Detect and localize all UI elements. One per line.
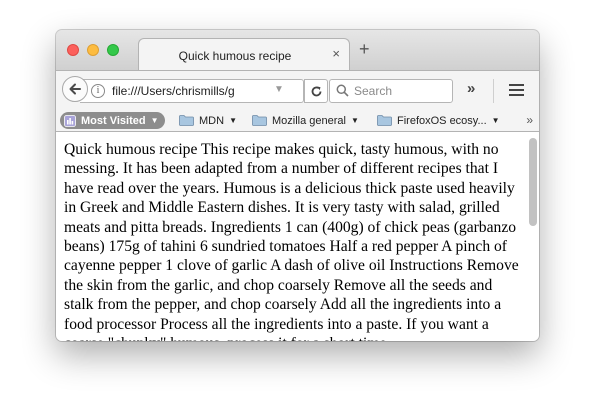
new-tab-button[interactable]: + xyxy=(359,40,370,58)
url-bar[interactable]: i file:///Users/chrismills/g ▼ xyxy=(80,79,304,103)
search-bar[interactable] xyxy=(329,79,453,103)
bookmark-label: MDN xyxy=(199,114,225,127)
url-dropdown-icon[interactable]: ▼ xyxy=(274,84,284,95)
tab-title: Quick humous recipe xyxy=(178,49,292,63)
most-visited-icon xyxy=(64,114,76,127)
tab-close-icon[interactable]: × xyxy=(332,47,340,61)
reload-button[interactable] xyxy=(304,79,328,103)
page-body-text: Quick humous recipe This recipe makes qu… xyxy=(64,141,519,341)
reload-icon xyxy=(311,86,321,96)
hamburger-menu-icon[interactable] xyxy=(509,84,524,99)
info-icon[interactable]: i xyxy=(91,84,105,98)
folder-icon xyxy=(252,115,267,126)
vertical-scrollbar[interactable] xyxy=(529,138,537,226)
back-button[interactable] xyxy=(62,76,88,102)
chevron-down-icon: ▼ xyxy=(229,116,237,125)
bookmark-folder-mdn[interactable]: MDN ▼ xyxy=(179,112,237,129)
page-content: Quick humous recipe This recipe makes qu… xyxy=(56,132,539,341)
tab-strip: Quick humous recipe × + xyxy=(56,30,539,71)
back-arrow-icon xyxy=(69,83,81,95)
browser-window: Quick humous recipe × + i file:///Users/… xyxy=(56,30,539,341)
bookmarks-overflow-button[interactable]: » xyxy=(526,113,533,127)
window-close-button[interactable] xyxy=(67,44,79,56)
folder-icon xyxy=(179,115,194,126)
url-text[interactable]: file:///Users/chrismills/g xyxy=(112,84,262,98)
bookmark-folder-mozilla-general[interactable]: Mozilla general ▼ xyxy=(252,112,359,129)
chevron-down-icon: ▼ xyxy=(150,116,159,125)
bookmark-most-visited[interactable]: Most Visited ▼ xyxy=(60,112,165,129)
window-maximize-button[interactable] xyxy=(107,44,119,56)
search-input[interactable] xyxy=(354,83,446,99)
tab-quick-humous-recipe[interactable]: Quick humous recipe × xyxy=(138,38,350,71)
bookmarks-toolbar: Most Visited ▼ MDN ▼ Mozilla general ▼ F… xyxy=(56,110,539,132)
toolbar-overflow-button[interactable]: » xyxy=(467,80,475,97)
search-icon xyxy=(336,84,349,97)
chevron-down-icon: ▼ xyxy=(491,116,500,125)
bookmark-label: Most Visited xyxy=(81,114,146,127)
chevron-down-icon: ▼ xyxy=(350,116,359,125)
window-minimize-button[interactable] xyxy=(87,44,99,56)
folder-icon xyxy=(377,115,392,126)
toolbar-divider xyxy=(493,79,494,103)
bookmark-label: Mozilla general xyxy=(272,114,346,127)
bookmark-folder-firefoxos[interactable]: FirefoxOS ecosy... ▼ xyxy=(377,112,500,129)
bookmark-label: FirefoxOS ecosy... xyxy=(397,114,487,127)
navigation-toolbar: i file:///Users/chrismills/g ▼ » xyxy=(56,70,539,110)
